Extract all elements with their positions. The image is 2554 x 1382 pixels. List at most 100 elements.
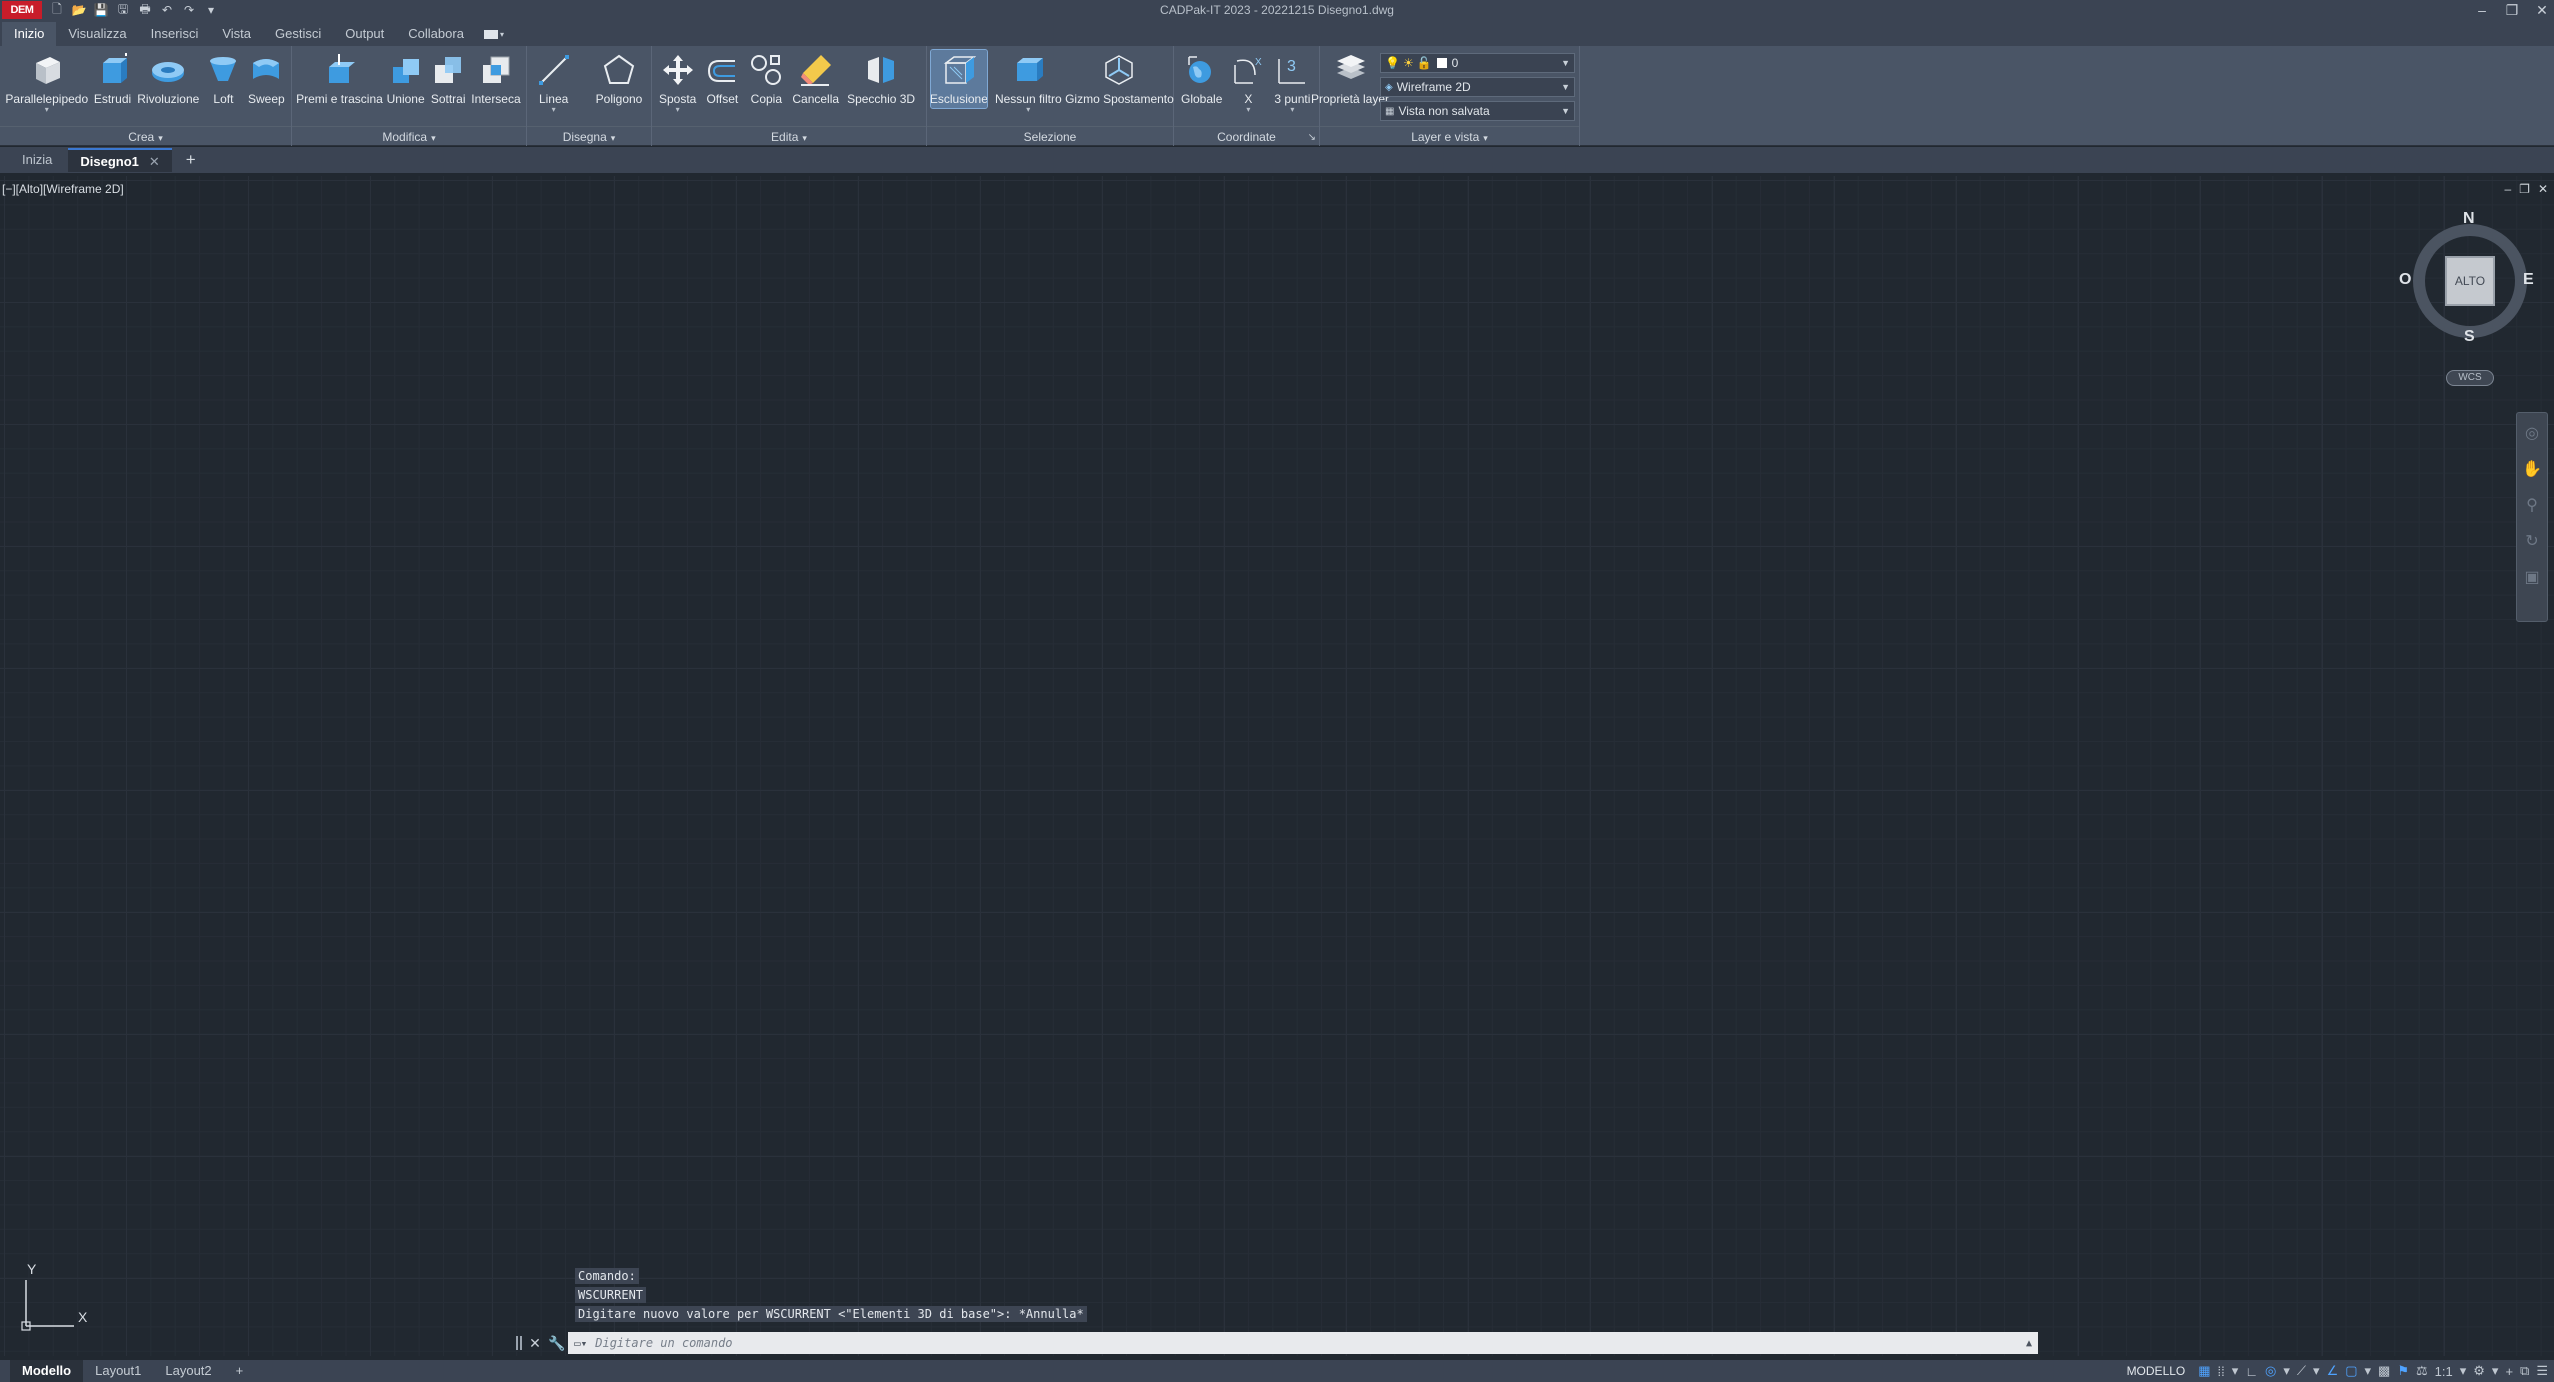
culling-button[interactable]: Esclusione <box>930 49 988 109</box>
print-icon[interactable]: 🖶 <box>136 2 154 18</box>
world-ucs-button[interactable]: Globale <box>1178 50 1225 108</box>
viewport-minimize-icon[interactable]: – <box>2504 182 2511 196</box>
close-tab-icon[interactable]: ✕ <box>149 154 160 169</box>
tab-collabora[interactable]: Collabora <box>396 22 476 46</box>
tab-drawing1[interactable]: Disegno1 ✕ <box>68 148 172 172</box>
panel-modifica-title[interactable]: Modifica ▾ <box>292 126 526 146</box>
chevron-up-icon[interactable]: ▲ <box>2026 1338 2032 1349</box>
tab-start[interactable]: Inizia <box>10 148 64 172</box>
tab-gestisci[interactable]: Gestisci <box>263 22 333 46</box>
revolve-button[interactable]: Rivoluzione <box>135 50 201 108</box>
panel-layer-vista-title[interactable]: Layer e vista ▾ <box>1320 126 1579 146</box>
erase-button[interactable]: Cancella <box>789 50 842 108</box>
annotation-scale-value[interactable]: 1:1 <box>2435 1364 2453 1379</box>
ribbon-display-toggle-icon[interactable]: ▾ <box>483 26 514 42</box>
chevron-down-icon[interactable]: ▾ <box>2460 1363 2467 1379</box>
app-logo[interactable]: DEM <box>2 1 42 19</box>
named-view-dropdown[interactable]: ▦ Vista non salvata ▼ <box>1380 101 1575 121</box>
pan-icon[interactable]: ✋ <box>2522 459 2542 479</box>
zoom-icon[interactable]: ⚲ <box>2526 495 2538 515</box>
no-filter-button[interactable]: Nessun filtro ▾ <box>995 50 1062 116</box>
tab-layout2[interactable]: Layout2 <box>153 1360 223 1382</box>
command-input[interactable]: ▭▾ Digitare un comando ▲ <box>568 1332 2038 1354</box>
snap-icon[interactable]: ⁞⁞ <box>2218 1364 2225 1379</box>
panel-edita-title[interactable]: Edita ▾ <box>652 126 926 146</box>
polar-icon[interactable]: ◎ <box>2265 1363 2276 1379</box>
compass-west[interactable]: O <box>2399 271 2411 289</box>
drawing-canvas[interactable]: [−][Alto][Wireframe 2D] – ❐ ✕ ALTO N S E… <box>0 176 2554 1356</box>
ucs-3points-button[interactable]: 3 3 punti ▾ <box>1271 50 1313 116</box>
chevron-down-icon[interactable]: ▾ <box>2283 1363 2290 1379</box>
ortho-icon[interactable]: ∟ <box>2245 1364 2258 1379</box>
tab-vista[interactable]: Vista <box>210 22 263 46</box>
object-snap-icon[interactable]: ▢ <box>2345 1363 2357 1379</box>
panel-launcher-icon[interactable]: ↘ <box>1308 132 1316 143</box>
copy-button[interactable]: Copia <box>745 50 787 108</box>
add-layout-button[interactable]: + <box>224 1360 256 1382</box>
chevron-down-icon[interactable]: ▾ <box>2232 1363 2239 1379</box>
save-icon[interactable]: 💾 <box>92 2 110 18</box>
viewport-controls-label[interactable]: [−][Alto][Wireframe 2D] <box>2 182 124 196</box>
undo-icon[interactable]: ↶ <box>158 2 176 18</box>
new-file-icon[interactable]: 🗋 <box>48 2 66 18</box>
object-snap-tracking-icon[interactable]: ∠ <box>2327 1363 2339 1379</box>
panel-crea-title[interactable]: Crea ▾ <box>0 126 291 146</box>
drag-handle[interactable] <box>514 1333 524 1353</box>
plus-icon[interactable]: + <box>2505 1364 2513 1379</box>
union-button[interactable]: Unione <box>385 50 426 108</box>
annotation-visibility-icon[interactable]: ⚑ <box>2397 1363 2409 1379</box>
tab-model[interactable]: Modello <box>10 1360 84 1382</box>
polygon-button[interactable]: Poligono <box>593 50 646 108</box>
model-space-toggle[interactable]: MODELLO <box>2127 1364 2186 1378</box>
close-command-line-icon[interactable]: ✕ <box>524 1335 546 1352</box>
steering-wheel-icon[interactable]: ◎ <box>2525 423 2539 443</box>
tab-output[interactable]: Output <box>333 22 396 46</box>
subtract-button[interactable]: Sottrai <box>428 50 468 108</box>
panel-disegna-title[interactable]: Disegna ▾ <box>527 126 651 146</box>
viewcube[interactable]: ALTO N S E O <box>2399 210 2535 346</box>
tab-layout1[interactable]: Layout1 <box>83 1360 153 1382</box>
customize-qat-icon[interactable]: ▾ <box>202 2 220 18</box>
orbit-icon[interactable]: ↻ <box>2525 531 2538 551</box>
offset-button[interactable]: Offset <box>701 50 743 108</box>
chevron-down-icon[interactable]: ▾ <box>2492 1363 2499 1379</box>
chevron-down-icon[interactable]: ▾ <box>2365 1363 2372 1379</box>
autoscale-icon[interactable]: ⚖ <box>2416 1363 2428 1379</box>
chevron-down-icon[interactable]: ▾ <box>2313 1363 2320 1379</box>
visual-style-dropdown[interactable]: ◈ Wireframe 2D ▼ <box>1380 77 1575 97</box>
viewport-close-icon[interactable]: ✕ <box>2538 182 2548 196</box>
recent-commands-icon[interactable]: ▭▾ <box>574 1337 587 1350</box>
compass-north[interactable]: N <box>2463 210 2475 228</box>
layer-properties-button[interactable]: Proprietà layer <box>1311 50 1389 108</box>
tab-visualizza[interactable]: Visualizza <box>56 22 138 46</box>
customize-wrench-icon[interactable]: 🔧 <box>546 1335 568 1352</box>
extrude-button[interactable]: Estrudi <box>92 50 134 108</box>
grid-icon[interactable]: ▦ <box>2198 1363 2210 1379</box>
tab-inserisci[interactable]: Inserisci <box>139 22 211 46</box>
compass-south[interactable]: S <box>2464 328 2475 346</box>
tab-inizio[interactable]: Inizio <box>2 22 57 46</box>
line-button[interactable]: Linea ▾ <box>533 50 575 116</box>
box-button[interactable]: Parallelepipedo ▾ <box>4 50 90 116</box>
menu-icon[interactable]: ☰ <box>2536 1363 2548 1379</box>
isodraft-icon[interactable]: ⟋ <box>2297 1363 2306 1379</box>
isolate-objects-icon[interactable]: ⧉ <box>2520 1363 2529 1379</box>
save-as-icon[interactable]: 🖫 <box>114 2 132 18</box>
redo-icon[interactable]: ↷ <box>180 2 198 18</box>
open-file-icon[interactable]: 📂 <box>70 2 88 18</box>
viewcube-face-top[interactable]: ALTO <box>2445 256 2495 306</box>
layer-dropdown[interactable]: 💡 ☀ 🔓 0 ▼ <box>1380 53 1575 73</box>
close-icon[interactable]: ✕ <box>2534 2 2550 19</box>
viewport-restore-icon[interactable]: ❐ <box>2519 182 2530 196</box>
move-gizmo-button[interactable]: Gizmo Spostamento <box>1065 50 1174 108</box>
ucs-x-button[interactable]: X X ▾ <box>1227 50 1269 116</box>
wcs-menu-button[interactable]: WCS <box>2446 370 2494 386</box>
transparency-icon[interactable]: ▩ <box>2378 1363 2390 1379</box>
showmotion-icon[interactable]: ▣ <box>2524 567 2539 587</box>
new-tab-button[interactable]: + <box>176 150 206 170</box>
gear-icon[interactable]: ⚙ <box>2473 1363 2485 1379</box>
move-button[interactable]: Sposta ▾ <box>656 50 699 116</box>
presspull-button[interactable]: Premi e trascina <box>296 50 383 108</box>
intersect-button[interactable]: Interseca <box>470 50 522 108</box>
loft-button[interactable]: Loft <box>203 50 244 108</box>
